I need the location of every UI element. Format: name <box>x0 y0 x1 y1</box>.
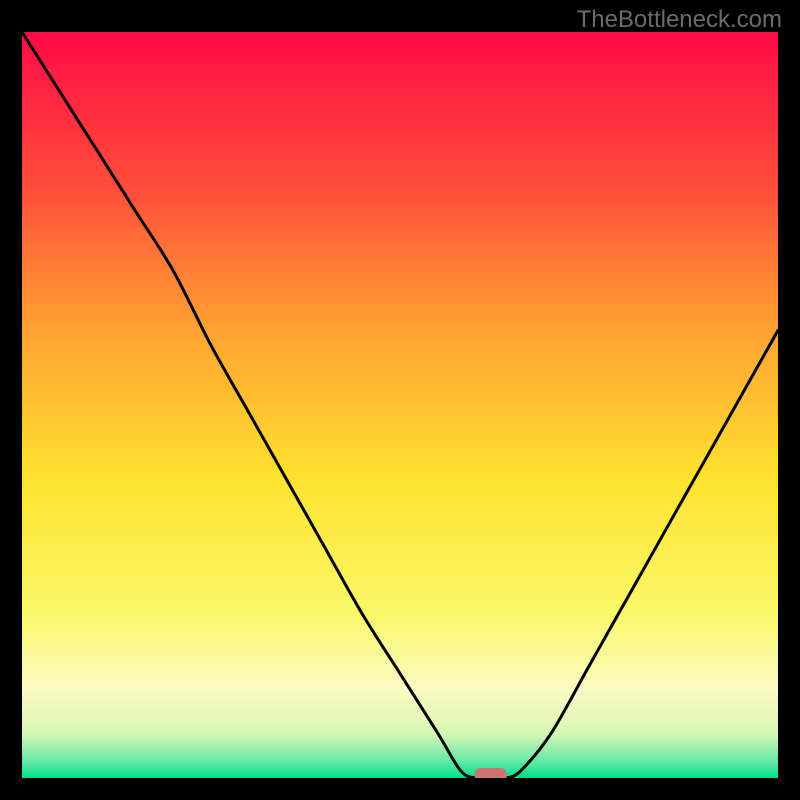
chart-plot-area <box>22 32 778 778</box>
bottleneck-chart <box>22 32 778 778</box>
gradient-background <box>22 32 778 778</box>
watermark-label: TheBottleneck.com <box>577 6 782 34</box>
optimal-marker <box>475 768 507 778</box>
chart-frame <box>22 32 778 778</box>
